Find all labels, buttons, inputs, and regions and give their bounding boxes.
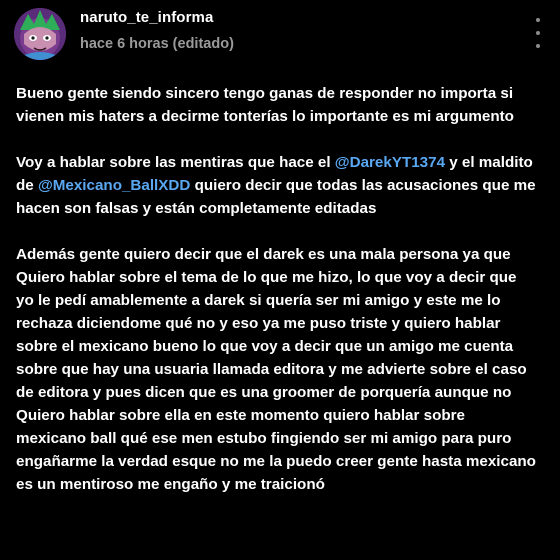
post-body: Bueno gente siendo sincero tengo ganas d… <box>16 82 536 519</box>
post-paragraph-3: Además gente quiero decir que el darek e… <box>16 246 536 493</box>
more-vertical-icon[interactable] <box>530 18 546 48</box>
avatar[interactable] <box>14 8 66 60</box>
post-paragraph-1: Bueno gente siendo sincero tengo ganas d… <box>16 85 514 125</box>
mention-darek[interactable]: @DarekYT1374 <box>335 154 445 171</box>
post-paragraph-2: Voy a hablar sobre las mentiras que hace… <box>16 151 536 220</box>
avatar-image <box>14 8 66 60</box>
dot-icon <box>536 44 540 48</box>
post-header: naruto_te_informa hace 6 horas (editado) <box>0 0 560 72</box>
dot-icon <box>536 31 540 35</box>
username[interactable]: naruto_te_informa <box>80 9 213 26</box>
dot-icon <box>536 18 540 22</box>
paragraph-2-text-a: Voy a hablar sobre las mentiras que hace… <box>16 154 335 171</box>
timestamp: hace 6 horas (editado) <box>80 36 234 52</box>
mention-mexicano[interactable]: @Mexicano_BallXDD <box>38 177 190 194</box>
